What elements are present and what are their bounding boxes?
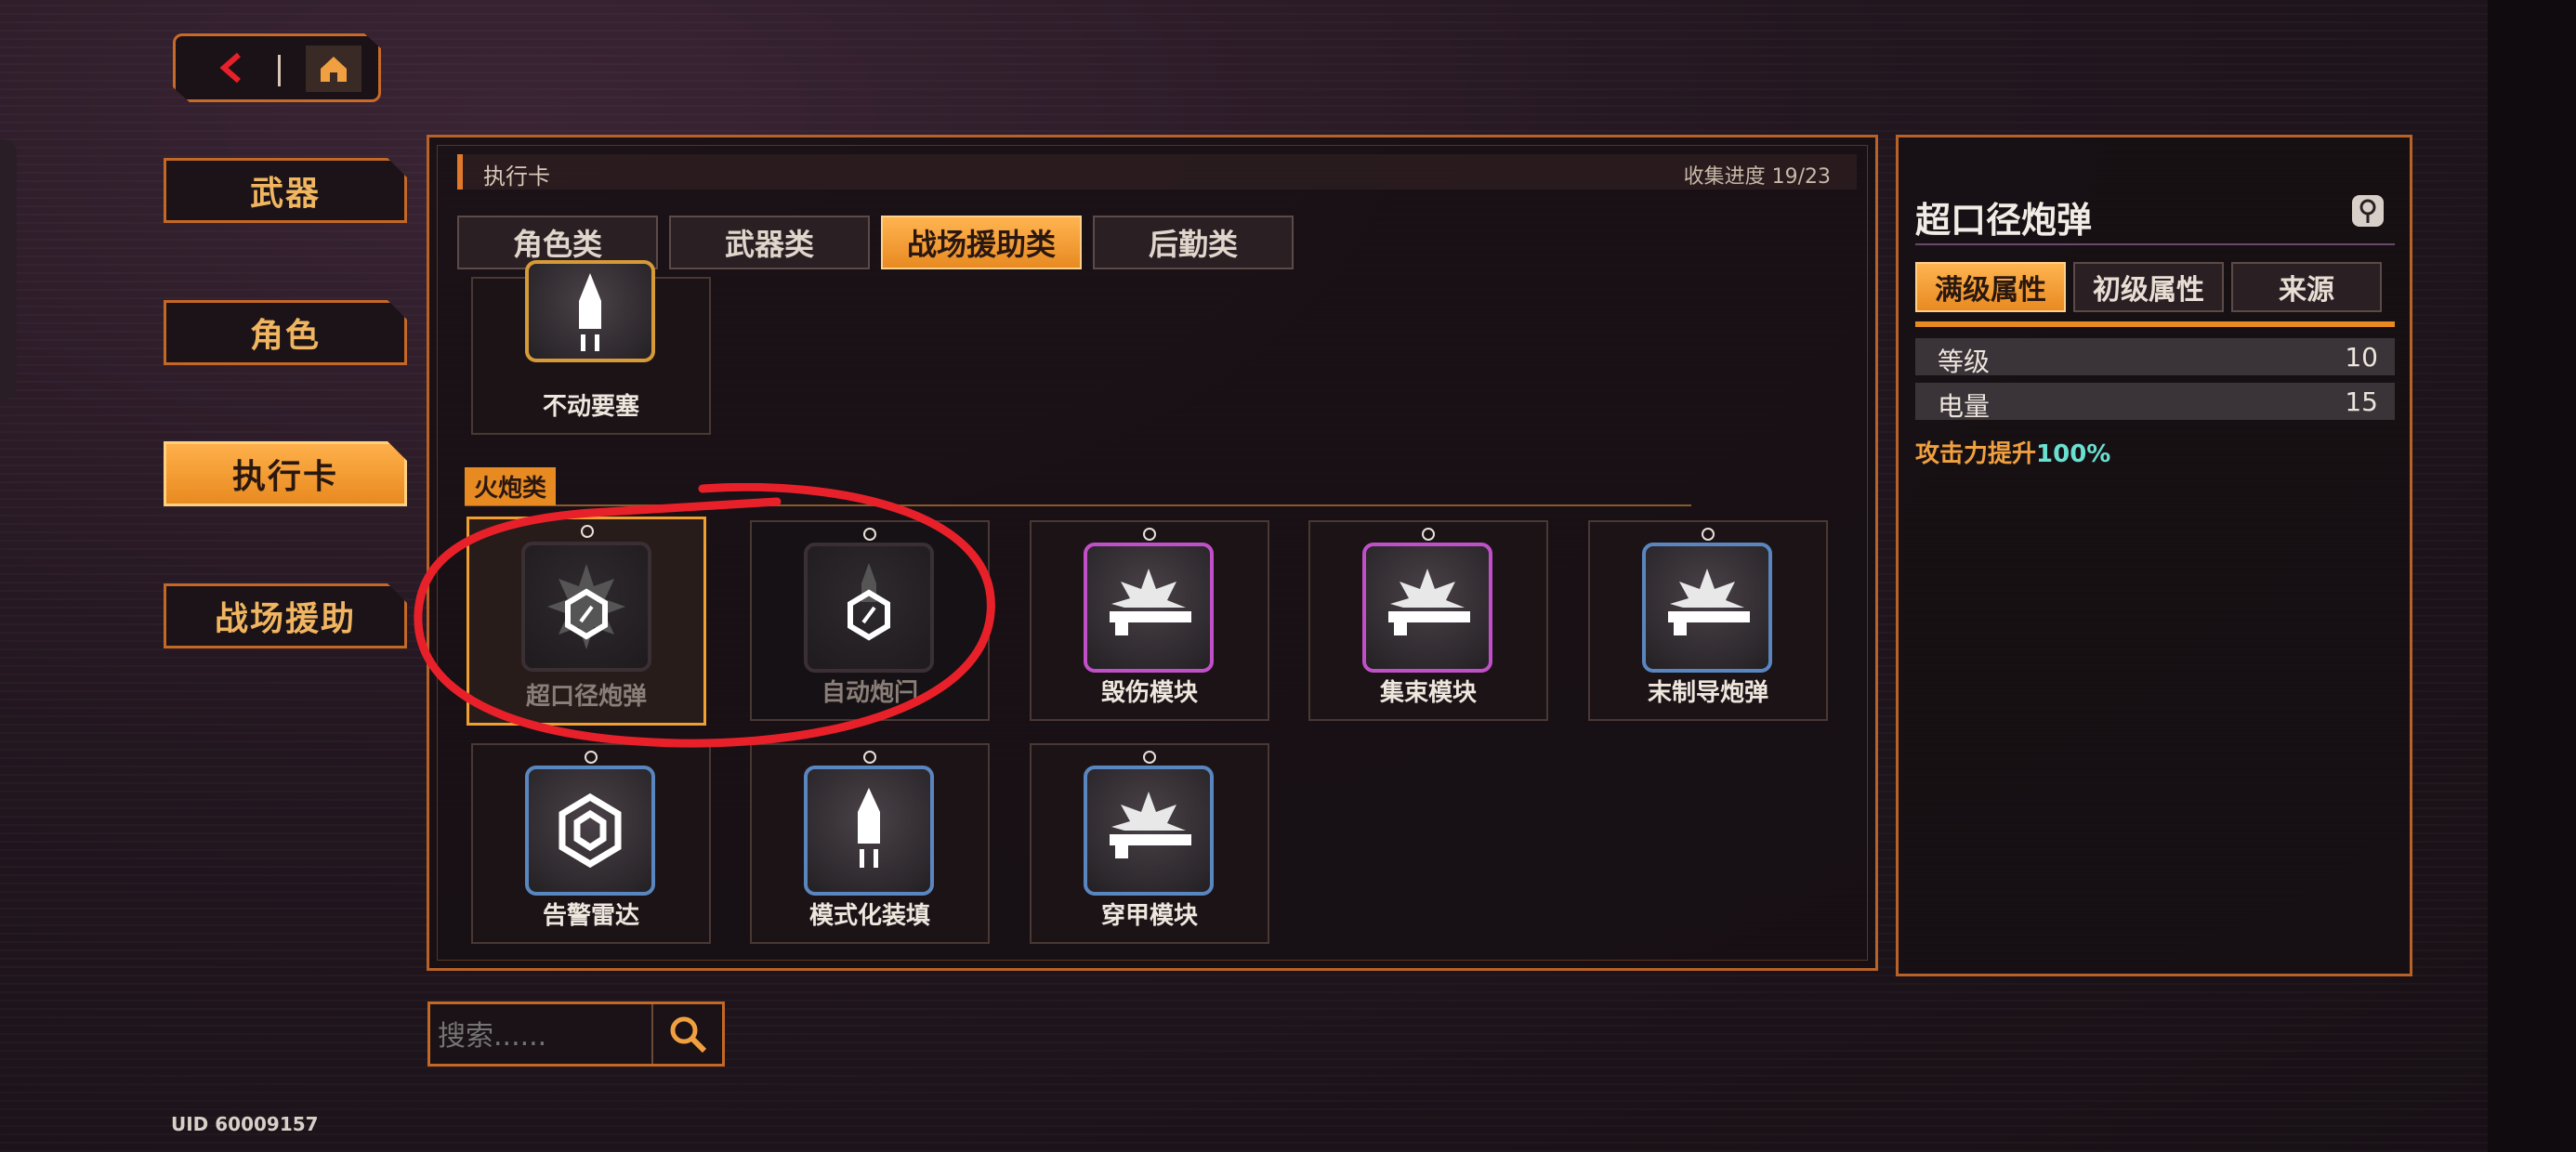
cannon-burst-icon	[1084, 766, 1214, 896]
search-icon	[670, 1016, 707, 1054]
detail-panel: 超口径炮弹 满级属性 初级属性 来源 等级 10 电量 15 攻击力提升100%	[1896, 135, 2412, 976]
stat-value: 15	[2345, 386, 2378, 417]
pin-icon	[1702, 528, 1715, 541]
card-label: 模式化装填	[808, 902, 930, 930]
pin-icon	[1143, 528, 1156, 541]
card-oversized-shell[interactable]: 超口径炮弹	[467, 517, 706, 726]
nav-label: 战场援助	[214, 600, 356, 638]
tab-logistics[interactable]: 后勤类	[1093, 216, 1294, 269]
card-label: 末制导炮弹	[1647, 679, 1768, 707]
locked-rocket-icon	[804, 543, 934, 673]
radar-hex-icon	[525, 766, 655, 896]
rocket-icon	[525, 260, 655, 362]
tab-source[interactable]: 来源	[2231, 262, 2382, 312]
card-label: 超口径炮弹	[525, 683, 647, 711]
side-handle	[0, 139, 17, 399]
pin-icon	[1143, 751, 1156, 764]
card-label: 穿甲模块	[1100, 902, 1198, 930]
cannon-burst-icon	[1084, 543, 1214, 673]
stat-row-level: 等级 10	[1915, 338, 2395, 377]
section-artillery: 火炮类	[465, 467, 1691, 506]
collection-progress: 收集进度 19/23	[1683, 165, 1831, 189]
nav-label: 角色	[249, 317, 321, 355]
tab-base-stats[interactable]: 初级属性	[2073, 262, 2224, 312]
stat-key: 电量	[1938, 391, 1991, 422]
tab-weapon[interactable]: 武器类	[669, 216, 870, 269]
card-list-panel: 执行卡 收集进度 19/23 角色类 武器类 战场援助类 后勤类 不动要塞 火炮…	[427, 135, 1878, 971]
cannon-burst-icon	[1362, 543, 1492, 673]
detail-title: 超口径炮弹	[1915, 200, 2093, 241]
stat-value: 10	[2345, 342, 2378, 373]
bonus-label: 攻击力提升	[1915, 440, 2037, 468]
divider	[278, 55, 281, 86]
card-cluster-module[interactable]: 集束模块	[1308, 520, 1548, 721]
locked-cannon-icon	[521, 542, 651, 672]
card-auto-breech[interactable]: 自动炮闩	[750, 520, 990, 721]
top-nav-bar	[173, 33, 381, 102]
nav-execution-cards[interactable]: 执行卡	[164, 441, 407, 506]
detail-tabs: 满级属性 初级属性 来源	[1915, 262, 2382, 312]
card-label: 不动要塞	[542, 393, 639, 421]
stat-row-energy: 电量 15	[1915, 383, 2395, 422]
bonus-value: 100%	[2036, 440, 2111, 468]
tab-underline	[1915, 321, 2395, 327]
location-pin-icon[interactable]	[2352, 195, 2384, 227]
pin-icon	[863, 751, 876, 764]
card-armor-piercing-module[interactable]: 穿甲模块	[1030, 743, 1269, 944]
tab-max-level-stats[interactable]: 满级属性	[1915, 262, 2066, 312]
back-button[interactable]	[204, 49, 259, 86]
panel-title: 执行卡	[483, 164, 550, 190]
nav-label: 执行卡	[231, 458, 338, 496]
search-box	[427, 1001, 725, 1067]
cannon-burst-icon	[1642, 543, 1772, 673]
stat-key: 等级	[1938, 347, 1991, 377]
pin-icon	[863, 528, 876, 541]
card-warning-radar[interactable]: 告警雷达	[471, 743, 711, 944]
card-terminal-guided-shell[interactable]: 末制导炮弹	[1588, 520, 1828, 721]
pin-icon	[585, 751, 598, 764]
pin-icon	[581, 525, 594, 538]
back-arrow-icon	[219, 52, 241, 84]
card-label: 告警雷达	[542, 902, 639, 930]
user-id: UID 60009157	[171, 1113, 319, 1135]
title-divider	[1915, 243, 2395, 245]
card-label: 集束模块	[1379, 679, 1477, 707]
rocket-icon	[804, 766, 934, 896]
card-immovable-fortress[interactable]: 不动要塞	[471, 260, 711, 435]
card-modular-loading[interactable]: 模式化装填	[750, 743, 990, 944]
section-tag: 火炮类	[465, 467, 557, 505]
nav-label: 武器	[249, 175, 321, 213]
home-icon	[321, 57, 347, 82]
nav-battlefield-support[interactable]: 战场援助	[164, 583, 407, 648]
nav-characters[interactable]: 角色	[164, 300, 407, 365]
tab-battlefield-support[interactable]: 战场援助类	[881, 216, 1082, 269]
panel-header: 执行卡 收集进度 19/23	[457, 154, 1857, 190]
nav-weapons[interactable]: 武器	[164, 158, 407, 223]
attack-bonus: 攻击力提升100%	[1915, 435, 2110, 469]
card-label: 自动炮闩	[821, 679, 918, 707]
card-damage-module[interactable]: 毁伤模块	[1030, 520, 1269, 721]
home-button[interactable]	[306, 46, 361, 92]
pin-icon	[1422, 528, 1435, 541]
search-button[interactable]	[651, 1004, 722, 1064]
search-input[interactable]	[436, 1010, 653, 1062]
card-label: 毁伤模块	[1100, 679, 1198, 707]
screen-edge	[2488, 0, 2576, 1152]
